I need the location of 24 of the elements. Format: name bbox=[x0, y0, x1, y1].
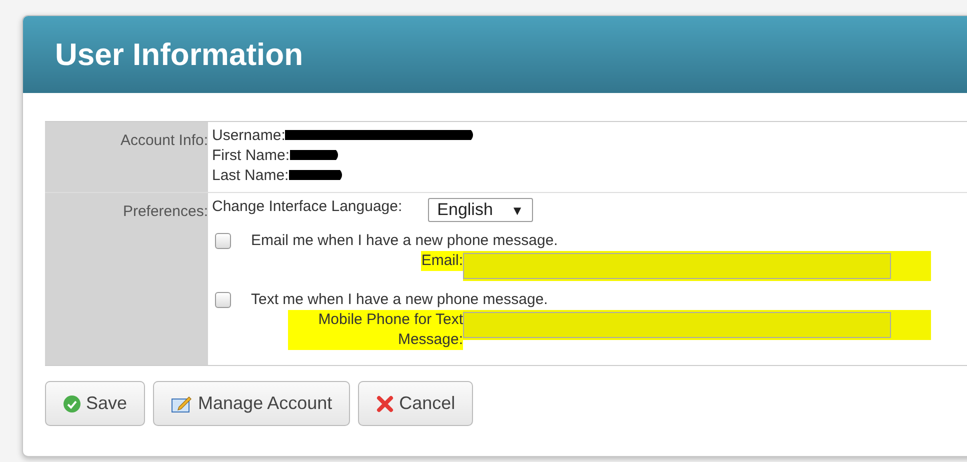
field-label: Last Name: bbox=[212, 166, 289, 184]
field-label: First Name: bbox=[212, 146, 290, 164]
language-select[interactable]: English ▼ bbox=[428, 198, 533, 222]
save-button[interactable]: Save bbox=[45, 381, 146, 426]
field-label: Mobile Phone for Text Message: bbox=[288, 310, 463, 350]
check-icon bbox=[63, 394, 81, 412]
checkbox[interactable] bbox=[215, 292, 231, 308]
redaction-mark bbox=[290, 148, 340, 162]
manage-button[interactable]: Manage Account bbox=[153, 381, 350, 426]
close-icon bbox=[376, 394, 394, 412]
cancel-button[interactable]: Cancel bbox=[358, 381, 474, 426]
field-label: Username: bbox=[212, 126, 286, 144]
notification-label: Email me when I have a new phone message. bbox=[251, 232, 558, 249]
field-label: Email: bbox=[421, 251, 463, 271]
language-label: Change Interface Language: bbox=[212, 198, 402, 215]
input-field[interactable] bbox=[463, 312, 891, 338]
dialog-title: User Information bbox=[55, 36, 304, 72]
checkbox[interactable] bbox=[215, 232, 231, 248]
edit-icon bbox=[171, 394, 194, 412]
redaction-mark bbox=[288, 168, 344, 182]
account-info-label: Account Info: bbox=[120, 132, 208, 151]
input-field[interactable] bbox=[463, 253, 891, 279]
preferences-label: Preferences: bbox=[122, 203, 208, 222]
notification-label: Text me when I have a new phone message. bbox=[251, 291, 548, 308]
